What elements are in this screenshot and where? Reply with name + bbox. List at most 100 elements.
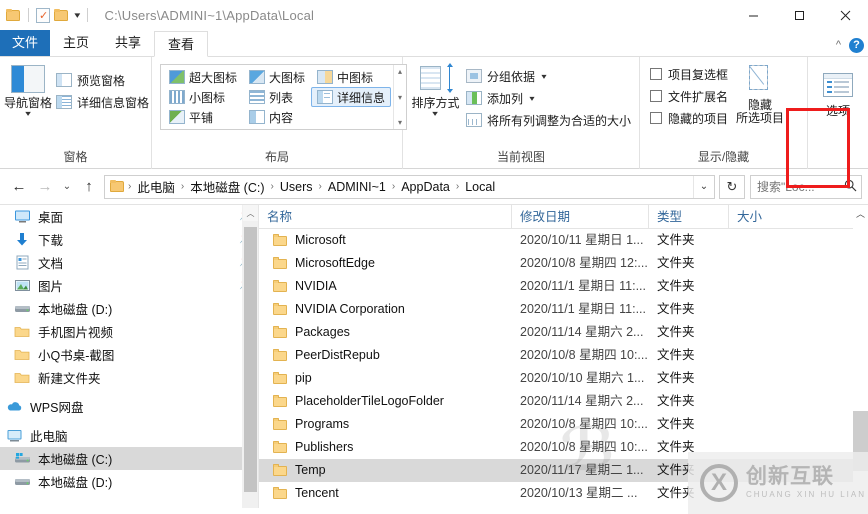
sidebar-item-phone-media[interactable]: 手机图片视频 [0,320,258,343]
checkbox-icon[interactable] [650,68,662,80]
close-button[interactable] [822,0,868,30]
scrollbar-thumb[interactable] [244,227,257,492]
scroll-down-icon[interactable]: ▾ [398,93,402,102]
refresh-button[interactable]: ↻ [719,174,745,199]
size-all-columns-button[interactable]: 将所有列调整为合适的大小 [462,109,635,131]
sidebar-item-this-pc[interactable]: 此电脑 [0,424,258,447]
table-row[interactable]: Packages 2020/11/14 星期六 2... 文件夹 [259,321,868,344]
recent-locations-button[interactable]: ⌄ [58,173,76,201]
sidebar-item-wps-cloud[interactable]: WPS网盘 [0,395,258,418]
tab-home[interactable]: 主页 [50,30,102,56]
maximize-button[interactable] [776,0,822,30]
table-row[interactable]: MicrosoftEdge 2020/10/8 星期四 12:... 文件夹 [259,252,868,275]
sidebar-item-downloads[interactable]: 下载 📌 [0,228,258,251]
view-extra-large-icons[interactable]: 超大图标 [163,67,243,87]
column-header-date[interactable]: 修改日期 [512,205,649,229]
properties-icon[interactable]: ✓ [36,7,50,23]
scrollbar-thumb[interactable] [853,411,868,471]
file-extensions-label: 文件扩展名 [668,89,729,104]
chevron-down-icon[interactable]: ▾ [74,10,80,20]
breadcrumb-bar[interactable]: › 此电脑 › 本地磁盘 (C:) › Users › ADMINI~1 › A… [104,174,715,199]
table-row[interactable]: Publishers 2020/10/8 星期四 10:... 文件夹 [259,436,868,459]
sidebar-item-desktop[interactable]: 桌面 📌 [0,205,258,228]
view-list[interactable]: 列表 [243,87,311,107]
collapse-ribbon-icon[interactable]: ^ [836,40,841,51]
sidebar-item-new-folder[interactable]: 新建文件夹 [0,366,258,389]
breadcrumb-item-2[interactable]: Users [277,180,316,194]
table-row[interactable]: PlaceholderTileLogoFolder 2020/11/14 星期六… [259,390,868,413]
breadcrumb-item-5[interactable]: Local [462,180,498,194]
back-button[interactable]: ← [6,173,32,201]
file-date-cell: 2020/10/8 星期四 12:... [520,256,648,270]
chevron-down-icon[interactable]: ▾ [529,94,534,103]
chevron-down-icon[interactable]: ▾ [541,72,546,81]
table-row[interactable]: NVIDIA 2020/11/1 星期日 11:... 文件夹 [259,275,868,298]
tab-file[interactable]: 文件 [0,30,51,56]
preview-pane-button[interactable]: 预览窗格 [52,69,153,91]
details-pane-button[interactable]: 详细信息窗格 [52,91,153,113]
table-row[interactable]: Programs 2020/10/8 星期四 10:... 文件夹 [259,413,868,436]
tab-share[interactable]: 共享 [102,30,154,56]
file-extensions-option[interactable]: 文件扩展名 [646,85,732,107]
sidebar-item-local-disk-c[interactable]: 本地磁盘 (C:) [0,447,258,470]
navigation-pane-scrollbar[interactable]: ︿ [242,205,258,508]
item-checkboxes-option[interactable]: 项目复选框 [646,63,732,85]
scroll-up-icon[interactable]: ︿ [243,205,258,221]
hide-selected-items-button[interactable]: 隐藏 所选项目 [734,63,786,125]
view-option-label: 中图标 [337,70,374,85]
ribbon-group-show-hide: 项目复选框 文件扩展名 隐藏的项目 隐藏 所选项目 显示/隐藏 [640,57,808,169]
scroll-up-icon[interactable]: ︿ [853,205,868,222]
search-icon[interactable] [839,179,861,195]
view-large-icons[interactable]: 大图标 [243,67,311,87]
view-content[interactable]: 内容 [243,107,311,127]
view-tiles[interactable]: 平铺 [163,107,243,127]
up-button[interactable]: ↑ [76,173,102,201]
view-medium-icons[interactable]: 中图标 [311,67,391,87]
search-input[interactable]: 搜索"Loc... [751,178,839,195]
table-row[interactable]: Tencent 2020/10/13 星期二 ... 文件夹 [259,482,868,505]
column-header-type[interactable]: 类型 [649,205,729,229]
chevron-down-icon[interactable]: ▾ [25,110,31,118]
table-row[interactable]: Temp 2020/11/17 星期二 1... 文件夹 [259,459,868,482]
details-pane-label: 详细信息窗格 [77,95,150,110]
ribbon-group-options: 选项 [808,57,868,169]
options-button[interactable]: 选项 [812,71,864,118]
new-folder-icon[interactable] [54,8,69,22]
view-small-icons[interactable]: 小图标 [163,87,243,107]
scroll-up-icon[interactable]: ▴ [398,67,402,76]
table-row[interactable]: Microsoft 2020/10/11 星期日 1... 文件夹 [259,229,868,252]
table-row[interactable]: pip 2020/10/10 星期六 1... 文件夹 [259,367,868,390]
add-columns-button[interactable]: 添加列 ▾ [462,87,635,109]
sidebar-item-local-disk-d[interactable]: 本地磁盘 (D:) [0,470,258,493]
sidebar-item-local-disk-d-quick[interactable]: 本地磁盘 (D:) [0,297,258,320]
file-list-scrollbar[interactable]: ︿ [853,205,868,508]
tab-view[interactable]: 查看 [154,31,209,57]
gallery-expand-icon[interactable]: ▾ [398,118,402,127]
breadcrumb-item-1[interactable]: 本地磁盘 (C:) [187,177,267,196]
table-row[interactable]: PeerDistRepub 2020/10/8 星期四 10:... 文件夹 [259,344,868,367]
hidden-items-option[interactable]: 隐藏的项目 [646,107,732,129]
breadcrumb-item-0[interactable]: 此电脑 [134,177,178,196]
sidebar-item-xiaoq-screenshot[interactable]: 小Q书桌-截图 [0,343,258,366]
column-header-name[interactable]: 名称 [259,205,512,229]
view-details[interactable]: 详细信息 [311,87,392,107]
checkbox-icon[interactable] [650,90,662,102]
group-by-button[interactable]: 分组依据 ▾ [462,65,635,87]
table-row[interactable]: TheWorld6 2020/10/8 星期四 ... 文件夹 [259,505,868,508]
minimize-button[interactable] [730,0,776,30]
forward-button[interactable]: → [32,173,58,201]
navigation-pane-button[interactable]: 导航窗格 ▾ [4,63,52,118]
breadcrumb-item-4[interactable]: AppData [398,180,453,194]
sidebar-item-documents[interactable]: 文档 📌 [0,251,258,274]
breadcrumb-item-3[interactable]: ADMINI~1 [325,180,389,194]
help-icon[interactable]: ? [849,38,864,53]
checkbox-icon[interactable] [650,112,662,124]
table-row[interactable]: NVIDIA Corporation 2020/11/1 星期日 11:... … [259,298,868,321]
sidebar-item-pictures[interactable]: 图片 📌 [0,274,258,297]
size-all-columns-icon [465,113,482,127]
chevron-down-icon[interactable]: ▾ [433,110,439,118]
search-box[interactable]: 搜索"Loc... [750,174,862,199]
sort-by-button[interactable]: 排序方式 ▾ [409,63,462,118]
column-header-size[interactable]: 大小 [729,205,868,229]
address-dropdown-icon[interactable]: ⌄ [693,175,714,198]
